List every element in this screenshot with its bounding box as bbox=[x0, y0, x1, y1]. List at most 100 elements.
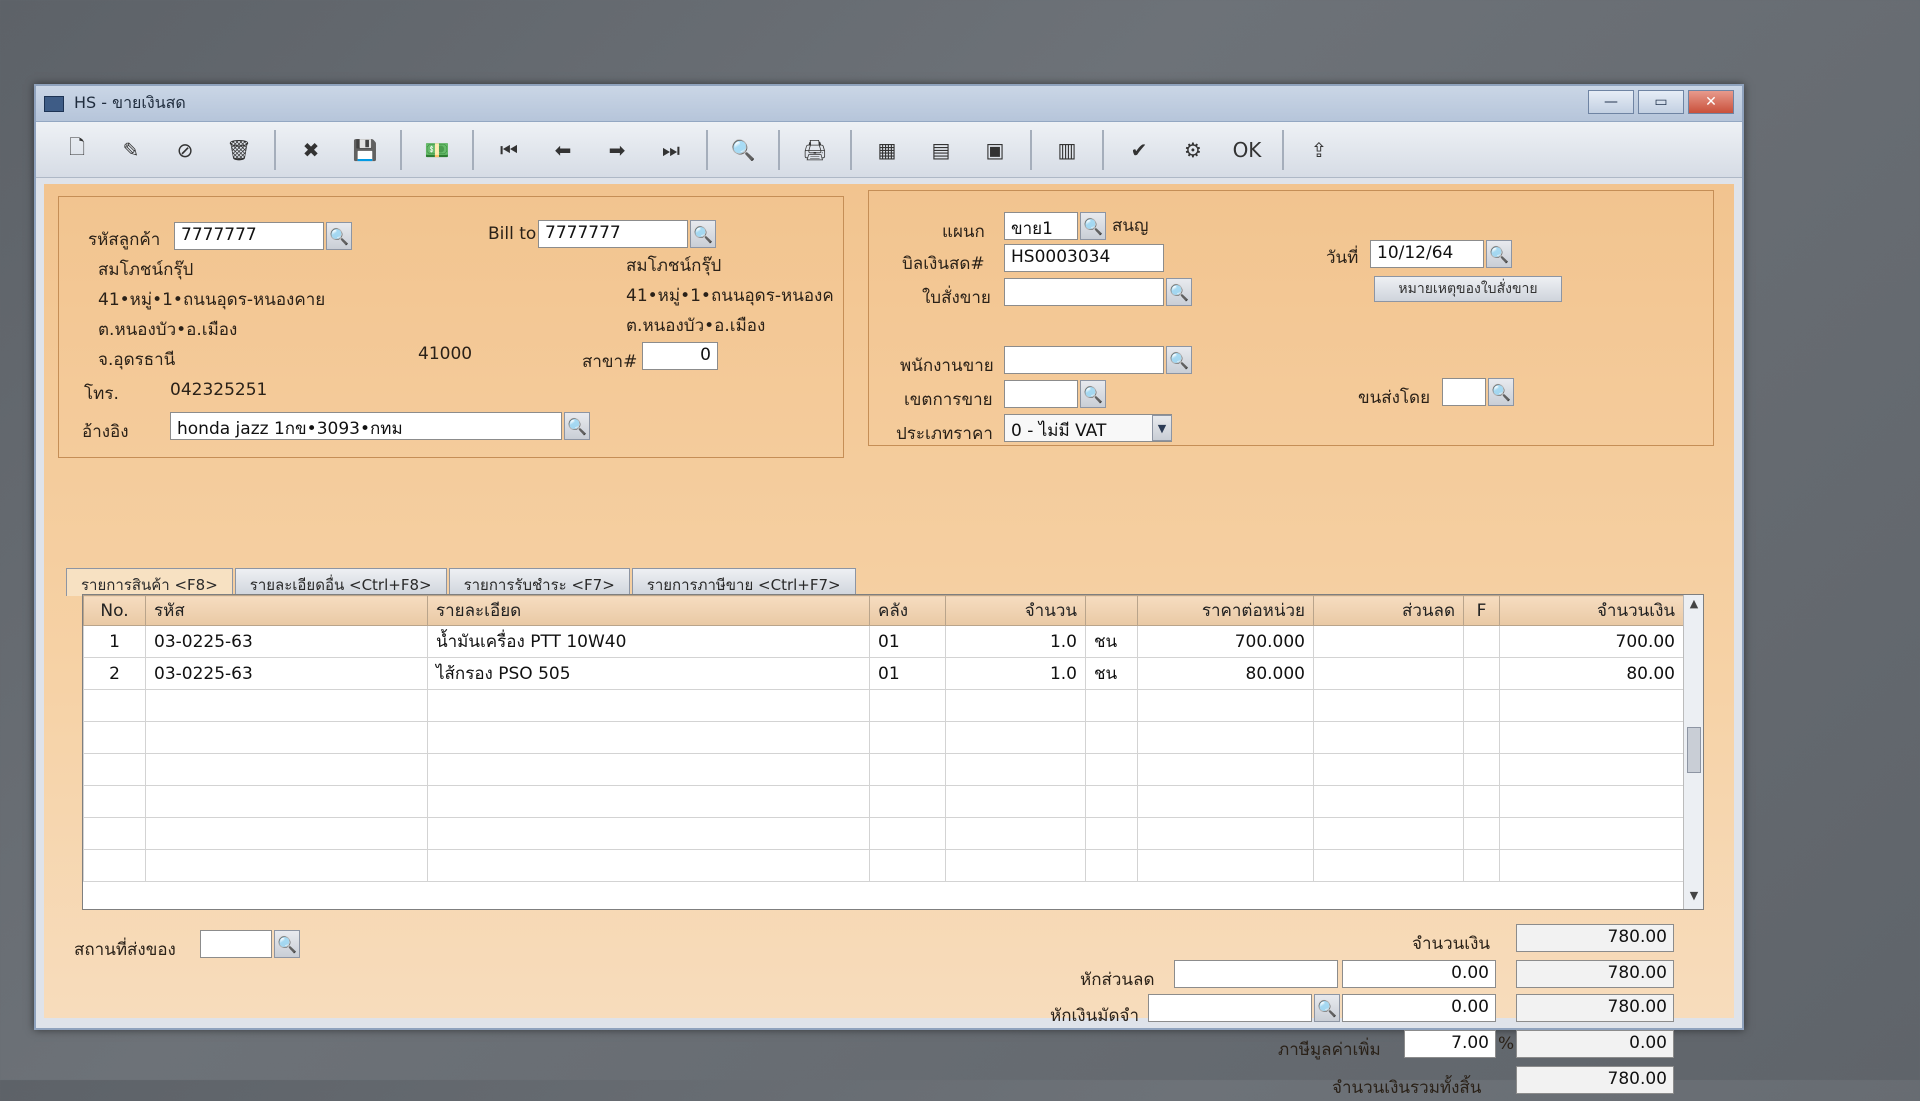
empty-cell[interactable] bbox=[869, 785, 946, 818]
empty-table-row[interactable] bbox=[83, 721, 1684, 754]
reference-search-icon[interactable]: 🔍 bbox=[564, 412, 590, 440]
scroll-thumb[interactable] bbox=[1687, 727, 1701, 773]
empty-cell[interactable] bbox=[1137, 817, 1314, 850]
empty-cell[interactable] bbox=[945, 849, 1086, 882]
shipping-search-icon[interactable]: 🔍 bbox=[1488, 378, 1514, 406]
col-header-code[interactable]: รหัส bbox=[145, 595, 428, 626]
cell-description[interactable]: น้ำมันเครื่อง PTT 10W40 bbox=[427, 625, 870, 658]
empty-cell[interactable] bbox=[427, 785, 870, 818]
sales-order-field[interactable] bbox=[1004, 278, 1164, 306]
tab-payments[interactable]: รายการรับชำระ <F7> bbox=[448, 568, 630, 596]
cancel-icon[interactable]: ✖ bbox=[286, 127, 336, 173]
ok-icon[interactable]: OK bbox=[1222, 127, 1272, 173]
col-header-unit-price[interactable]: ราคาต่อหน่วย bbox=[1137, 595, 1314, 626]
tab-tax[interactable]: รายการภาษีขาย <Ctrl+F7> bbox=[631, 568, 856, 596]
save-icon[interactable]: 💾 bbox=[340, 127, 390, 173]
new-doc-icon[interactable]: 🗋 bbox=[52, 127, 102, 173]
ship-place-field[interactable] bbox=[200, 930, 272, 958]
empty-cell[interactable] bbox=[83, 753, 146, 786]
empty-cell[interactable] bbox=[1137, 721, 1314, 754]
cell-warehouse[interactable]: 01 bbox=[869, 657, 946, 690]
next-record-icon[interactable]: ➡ bbox=[592, 127, 642, 173]
find-icon[interactable]: 🔍 bbox=[718, 127, 768, 173]
empty-cell[interactable] bbox=[869, 721, 946, 754]
last-record-icon[interactable]: ⏭ bbox=[646, 127, 696, 173]
cell-flag[interactable] bbox=[1463, 625, 1500, 658]
void-icon[interactable]: ⊘ bbox=[160, 127, 210, 173]
empty-cell[interactable] bbox=[945, 817, 1086, 850]
sales-area-search-icon[interactable]: 🔍 bbox=[1080, 380, 1106, 408]
col-header-no[interactable]: No. bbox=[83, 595, 146, 626]
calculator-icon[interactable]: ▦ bbox=[862, 127, 912, 173]
vat-rate-field[interactable]: 7.00 bbox=[1404, 1030, 1496, 1058]
col-header-description[interactable]: รายละเอียด bbox=[427, 595, 870, 626]
empty-table-row[interactable] bbox=[83, 753, 1684, 786]
discount-value-field[interactable]: 0.00 bbox=[1342, 960, 1496, 988]
empty-cell[interactable] bbox=[427, 721, 870, 754]
empty-cell[interactable] bbox=[1313, 817, 1464, 850]
empty-cell[interactable] bbox=[869, 849, 946, 882]
report-icon[interactable]: ▥ bbox=[1042, 127, 1092, 173]
empty-cell[interactable] bbox=[1313, 785, 1464, 818]
empty-cell[interactable] bbox=[1463, 817, 1500, 850]
empty-cell[interactable] bbox=[145, 689, 428, 722]
branch-field[interactable]: 0 bbox=[642, 342, 718, 370]
cell-unit[interactable]: ชน bbox=[1085, 625, 1138, 658]
empty-table-row[interactable] bbox=[83, 817, 1684, 850]
cell-code[interactable]: 03-0225-63 bbox=[145, 657, 428, 690]
empty-cell[interactable] bbox=[1313, 721, 1464, 754]
empty-cell[interactable] bbox=[945, 785, 1086, 818]
empty-table-row[interactable] bbox=[83, 785, 1684, 818]
department-search-icon[interactable]: 🔍 bbox=[1080, 212, 1106, 240]
bill-number-field[interactable]: HS0003034 bbox=[1004, 244, 1164, 272]
cell-unit[interactable]: ชน bbox=[1085, 657, 1138, 690]
cell-code[interactable]: 03-0225-63 bbox=[145, 625, 428, 658]
empty-cell[interactable] bbox=[145, 785, 428, 818]
cell-unit-price[interactable]: 80.000 bbox=[1137, 657, 1314, 690]
empty-cell[interactable] bbox=[83, 785, 146, 818]
empty-cell[interactable] bbox=[1313, 753, 1464, 786]
salesman-field[interactable] bbox=[1004, 346, 1164, 374]
bill-to-field[interactable]: 7777777 bbox=[538, 220, 688, 248]
price-type-select[interactable]: 0 - ไม่มี VAT bbox=[1004, 414, 1172, 442]
empty-cell[interactable] bbox=[427, 689, 870, 722]
empty-cell[interactable] bbox=[869, 753, 946, 786]
empty-cell[interactable] bbox=[1463, 849, 1500, 882]
maximize-button[interactable]: ▭ bbox=[1638, 90, 1684, 114]
empty-cell[interactable] bbox=[83, 817, 146, 850]
order-note-button[interactable]: หมายเหตุของใบสั่งขาย bbox=[1374, 276, 1562, 302]
empty-cell[interactable] bbox=[1085, 753, 1138, 786]
shipping-field[interactable] bbox=[1442, 378, 1486, 406]
empty-cell[interactable] bbox=[869, 689, 946, 722]
empty-cell[interactable] bbox=[1085, 721, 1138, 754]
reference-field[interactable]: honda jazz 1กข•3093•กทม bbox=[170, 412, 562, 440]
cell-discount[interactable] bbox=[1313, 625, 1464, 658]
cell-quantity[interactable]: 1.0 bbox=[945, 657, 1086, 690]
empty-cell[interactable] bbox=[1313, 689, 1464, 722]
col-header-warehouse[interactable]: คลัง bbox=[869, 595, 946, 626]
empty-cell[interactable] bbox=[83, 689, 146, 722]
deposit-value-field[interactable]: 0.00 bbox=[1342, 994, 1496, 1022]
empty-cell[interactable] bbox=[869, 817, 946, 850]
first-record-icon[interactable]: ⏮ bbox=[484, 127, 534, 173]
tab-details[interactable]: รายละเอียดอื่น <Ctrl+F8> bbox=[234, 568, 447, 596]
empty-cell[interactable] bbox=[1085, 849, 1138, 882]
empty-cell[interactable] bbox=[1085, 817, 1138, 850]
cell-description[interactable]: ไส้กรอง PSO 505 bbox=[427, 657, 870, 690]
empty-cell[interactable] bbox=[1137, 785, 1314, 818]
col-header-discount[interactable]: ส่วนลด bbox=[1313, 595, 1464, 626]
empty-table-row[interactable] bbox=[83, 849, 1684, 882]
col-header-amount[interactable]: จำนวนเงิน bbox=[1499, 595, 1684, 626]
empty-cell[interactable] bbox=[427, 817, 870, 850]
empty-cell[interactable] bbox=[1085, 689, 1138, 722]
col-header-flag[interactable]: F bbox=[1463, 595, 1500, 626]
salesman-search-icon[interactable]: 🔍 bbox=[1166, 346, 1192, 374]
sales-order-search-icon[interactable]: 🔍 bbox=[1166, 278, 1192, 306]
empty-cell[interactable] bbox=[145, 849, 428, 882]
edit-icon[interactable]: ✎ bbox=[106, 127, 156, 173]
empty-cell[interactable] bbox=[427, 753, 870, 786]
date-field[interactable]: 10/12/64 bbox=[1370, 240, 1484, 268]
cell-no[interactable]: 1 bbox=[83, 625, 146, 658]
empty-cell[interactable] bbox=[145, 753, 428, 786]
empty-cell[interactable] bbox=[945, 721, 1086, 754]
